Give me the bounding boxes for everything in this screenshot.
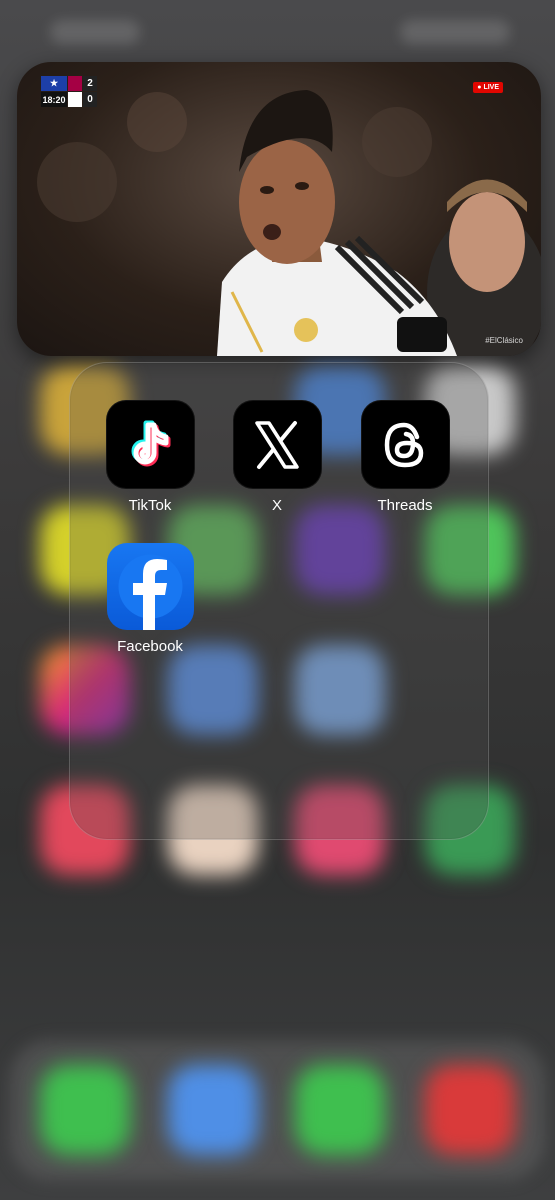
blurred-dock-icon	[295, 1065, 385, 1155]
picture-in-picture-video[interactable]: ★ 2 18:20 0 ● LIVE #ElClásico	[17, 62, 541, 356]
scoreboard: ★ 2 18:20 0	[41, 76, 97, 107]
app-x[interactable]: X	[227, 400, 327, 514]
app-threads[interactable]: Threads	[355, 400, 455, 514]
blurred-dock-icon	[425, 1065, 515, 1155]
app-facebook[interactable]: Facebook	[100, 543, 200, 655]
team-crest-home	[68, 76, 82, 91]
broadcast-hashtag: #ElClásico	[485, 336, 523, 345]
blurred-dock-icon	[40, 1065, 130, 1155]
app-label-tiktok: TikTok	[128, 497, 172, 514]
x-icon[interactable]	[232, 400, 322, 489]
live-badge: ● LIVE	[473, 82, 503, 93]
app-label-facebook: Facebook	[117, 638, 183, 655]
score-away: 0	[83, 92, 97, 107]
match-clock: 18:20	[41, 92, 67, 107]
x-logo	[255, 420, 299, 469]
tiktok-logo	[131, 420, 171, 466]
team-crest-away	[68, 92, 82, 107]
status-bar-time-blurred	[50, 20, 140, 44]
competition-logo: ★	[41, 76, 67, 91]
threads-icon[interactable]	[360, 400, 450, 489]
app-label-threads: Threads	[377, 497, 433, 514]
threads-logo	[384, 422, 424, 467]
tiktok-icon[interactable]	[105, 400, 195, 489]
live-label: LIVE	[483, 84, 499, 91]
score-home: 2	[83, 76, 97, 91]
facebook-icon[interactable]	[106, 543, 194, 630]
facebook-logo	[118, 554, 182, 630]
app-tiktok[interactable]: TikTok	[100, 400, 200, 514]
app-label-x: X	[271, 497, 282, 514]
blurred-dock-icon	[168, 1065, 258, 1155]
status-bar-icons-blurred	[400, 20, 510, 44]
